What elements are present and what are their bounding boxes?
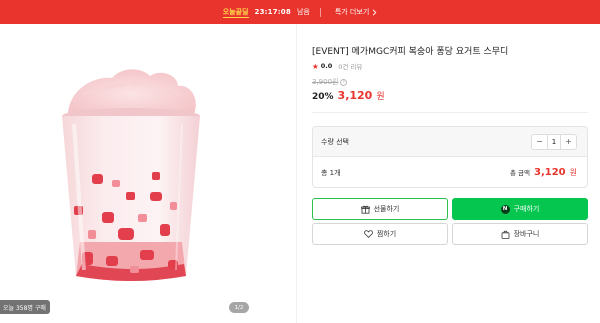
total-price: 총 금액 3,120 원 (510, 167, 577, 178)
discount-rate: 20% (312, 92, 334, 102)
buy-button[interactable]: N 구매하기 (452, 198, 588, 220)
product-image-gallery[interactable]: 오늘 358명 구매 1/2 (0, 24, 296, 323)
quantity-selector-row: 수량 선택 − 1 + (313, 127, 587, 157)
purchase-count-badge: 오늘 358명 구매 (0, 300, 50, 314)
topbar-divider (319, 7, 321, 17)
product-image (62, 69, 200, 281)
original-price-row: 3,900원 i (312, 77, 348, 87)
image-page-indicator: 1/2 (229, 302, 249, 313)
product-title: [EVENT] 메가MGC커피 복숭아 퐁당 요거트 스무디 (312, 47, 509, 57)
gift-button-label: 선물하기 (373, 205, 400, 213)
original-price: 3,900원 (312, 78, 339, 86)
deal-tag: 오늘끝딜 (222, 7, 249, 18)
review-count-link[interactable]: 0건 리뷰 (338, 61, 362, 71)
wishlist-button[interactable]: 찜하기 (312, 223, 448, 245)
cart-button-label: 장바구니 (513, 230, 540, 238)
npay-icon: N (500, 204, 510, 214)
quantity-decrease-button[interactable]: − (532, 135, 547, 149)
panel-divider (296, 24, 297, 323)
quantity-value[interactable]: 1 (547, 134, 561, 149)
shopping-bag-icon (501, 230, 510, 239)
wishlist-button-label: 찜하기 (376, 230, 397, 238)
countdown-suffix: 남음 (296, 8, 310, 16)
rating-summary: ★ 0.0 0건 리뷰 (312, 61, 362, 72)
gift-icon (360, 205, 370, 214)
total-count: 총 1개 (321, 168, 341, 177)
more-deals-link[interactable]: 특가 더보기 (335, 7, 377, 17)
quantity-box: 수량 선택 − 1 + 총 1개 총 금액 3,120 원 (312, 126, 588, 188)
sale-price: 3,120 (337, 89, 373, 102)
sale-price-unit: 원 (376, 92, 385, 102)
info-icon[interactable]: i (340, 78, 348, 86)
quantity-increase-button[interactable]: + (561, 135, 576, 149)
buy-button-label: 구매하기 (513, 205, 540, 213)
rating-score: 0.0 (320, 62, 333, 70)
more-deals-label: 특가 더보기 (334, 8, 370, 16)
total-price-label: 총 금액 (509, 169, 530, 177)
countdown-timer: 23:17:08 (254, 8, 291, 16)
quantity-stepper: − 1 + (531, 133, 577, 150)
total-price-amount: 3,120 (533, 167, 566, 178)
secondary-actions: 찜하기 장바구니 (312, 223, 588, 245)
quantity-label: 수량 선택 (321, 137, 349, 146)
gift-button[interactable]: 선물하기 (312, 198, 448, 220)
star-icon: ★ (312, 61, 319, 71)
deal-countdown-bar: 오늘끝딜 23:17:08 남음 특가 더보기 (0, 0, 600, 24)
cart-button[interactable]: 장바구니 (452, 223, 588, 245)
primary-actions: 선물하기 N 구매하기 (312, 198, 588, 220)
heart-icon (364, 230, 373, 238)
sale-price-row: 20% 3,120 원 (312, 89, 385, 102)
total-price-unit: 원 (569, 168, 577, 177)
quantity-total-row: 총 1개 총 금액 3,120 원 (313, 158, 587, 187)
info-divider (312, 112, 588, 113)
chevron-right-icon (372, 8, 377, 16)
